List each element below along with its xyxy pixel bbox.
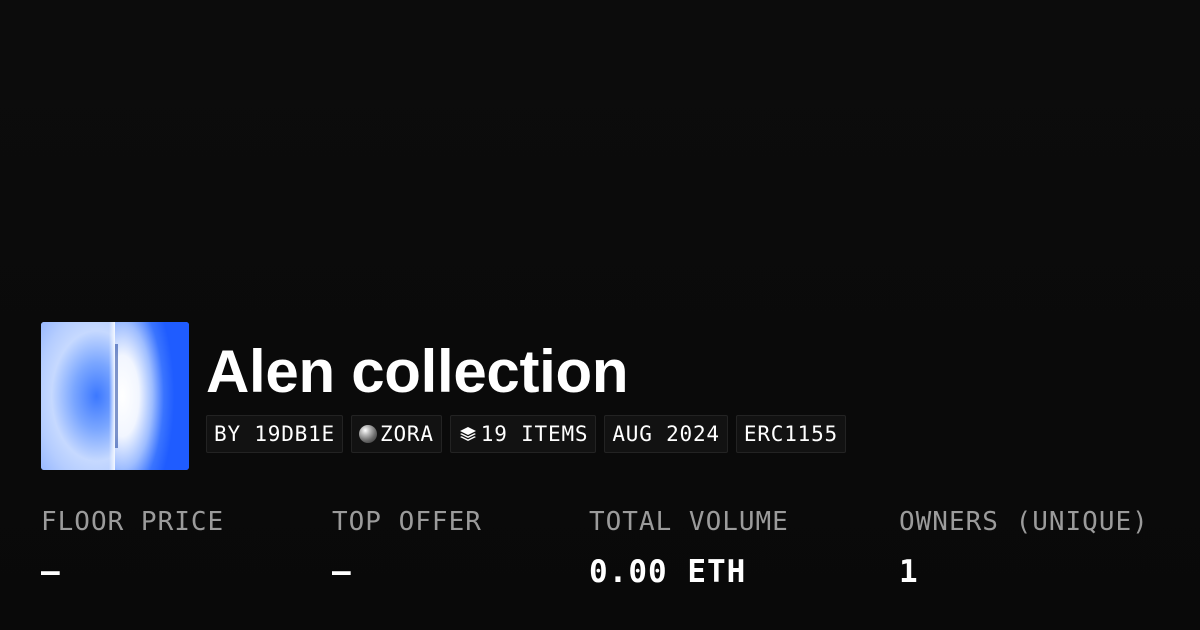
owners-stat: OWNERS (UNIQUE) 1 [899, 505, 1149, 590]
date-tag-label: AUG 2024 [612, 422, 720, 446]
creator-tag[interactable]: BY 19DB1E [206, 415, 343, 453]
zora-orb-icon [359, 425, 377, 443]
collection-title: Alen collection [206, 338, 629, 405]
artwork-right-half [115, 322, 189, 470]
creator-tag-label: BY 19DB1E [214, 422, 335, 446]
total-volume-value: 0.00 ETH [589, 554, 747, 590]
floor-price-label: FLOOR PRICE [41, 507, 225, 537]
date-tag: AUG 2024 [604, 415, 728, 453]
standard-tag: ERC1155 [735, 415, 846, 453]
total-volume-stat: TOTAL VOLUME 0.00 ETH [589, 505, 789, 590]
top-offer-stat: TOP OFFER – [332, 505, 482, 590]
chain-tag-label: ZORA [380, 422, 434, 446]
total-volume-label: TOTAL VOLUME [589, 507, 789, 537]
layers-icon [459, 427, 476, 441]
artwork-left-half [41, 322, 115, 470]
items-tag-label: 19 ITEMS [480, 422, 589, 446]
collection-tags: BY 19DB1E ZORA 19 ITEMS AUG 2024 ERC1155 [206, 415, 846, 453]
floor-price-value: – [41, 554, 61, 590]
chain-tag[interactable]: ZORA [351, 415, 442, 453]
top-offer-value: – [332, 554, 352, 590]
items-tag: 19 ITEMS [449, 415, 597, 453]
owners-label: OWNERS (UNIQUE) [899, 507, 1149, 537]
collection-thumbnail [41, 322, 189, 470]
floor-price-stat: FLOOR PRICE – [41, 505, 224, 590]
top-offer-label: TOP OFFER [332, 507, 482, 537]
owners-value: 1 [899, 554, 919, 590]
standard-tag-label: ERC1155 [743, 422, 838, 446]
